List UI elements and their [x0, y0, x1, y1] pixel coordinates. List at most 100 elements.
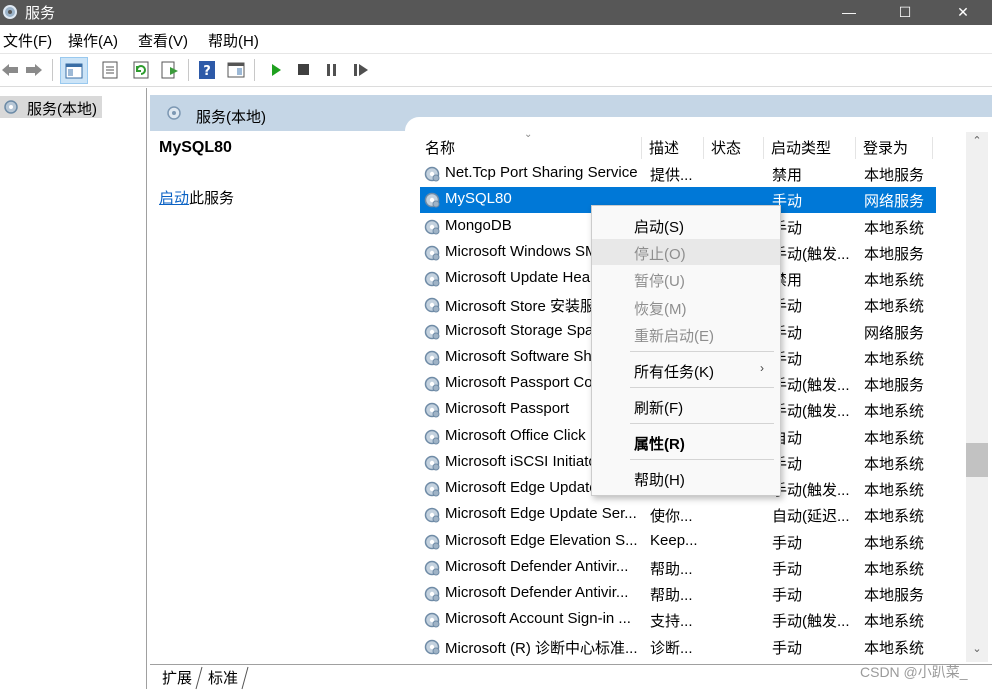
help-icon[interactable]: ? — [197, 60, 217, 80]
console-tree: 服务(本地) — [0, 88, 147, 689]
scroll-up-icon[interactable]: ⌃ — [966, 134, 988, 152]
service-startup-type: 自动 — [772, 429, 803, 447]
service-description: 帮助... — [650, 560, 693, 578]
toolbar-separator — [188, 59, 189, 81]
service-logon: 本地服务 — [864, 377, 925, 394]
column-logon[interactable]: 登录为 — [858, 137, 933, 159]
export-list-icon[interactable] — [160, 60, 180, 80]
service-row[interactable]: Microsoft Defender Antivir... 帮助... 手动 本地服务 — [420, 581, 936, 607]
tab-extended[interactable]: 扩展 — [162, 667, 192, 688]
context-menu: 启动(S) 停止(O) 暂停(U) 恢复(M) 重新启动(E) 所有任务(K) ›… — [591, 205, 781, 496]
menu-item-stop-label: 停止(O) — [634, 246, 686, 263]
menu-item-start[interactable]: 启动(S) — [592, 212, 780, 238]
gear-icon — [422, 637, 442, 657]
service-description: 诊断... — [650, 639, 693, 657]
column-headers: 名称 描述 状态 启动类型 登录为 — [420, 135, 970, 161]
scroll-down-icon[interactable]: ⌄ — [966, 642, 988, 660]
service-startup-type: 手动 — [772, 534, 803, 552]
service-logon: 本地系统 — [864, 482, 925, 499]
service-row[interactable]: Microsoft Defender Antivir... 帮助... 手动 本地系统 — [420, 555, 936, 581]
refresh-icon[interactable] — [131, 60, 151, 80]
tab-divider — [241, 666, 249, 690]
minimize-button[interactable]: — — [826, 0, 872, 25]
menu-item-stop[interactable]: 停止(O) — [592, 239, 780, 265]
console-tree-icon — [65, 63, 83, 79]
menu-file[interactable]: 文件(F) — [3, 30, 52, 51]
service-logon: 本地系统 — [864, 639, 925, 657]
forward-icon[interactable] — [24, 60, 44, 80]
tab-standard[interactable]: 标准 — [208, 667, 238, 688]
menu-item-pause[interactable]: 暂停(U) — [592, 266, 780, 292]
gear-icon — [422, 348, 442, 368]
title-bar: 服务 — ☐ ✕ — [0, 0, 992, 25]
window-title: 服务 — [25, 5, 56, 22]
gear-icon — [4, 100, 18, 114]
start-service-link[interactable]: 启动 — [159, 190, 189, 207]
back-icon[interactable] — [0, 60, 20, 80]
service-startup-type: 自动(延迟... — [772, 508, 850, 526]
menu-item-resume[interactable]: 恢复(M) — [592, 294, 780, 320]
service-logon: 本地系统 — [864, 272, 925, 289]
show-action-pane-icon[interactable] — [226, 60, 246, 80]
service-logon: 本地系统 — [864, 534, 925, 552]
menu-help[interactable]: 帮助(H) — [208, 30, 259, 51]
column-description[interactable]: 描述 — [644, 137, 704, 159]
menu-view[interactable]: 查看(V) — [138, 30, 188, 51]
resume-icon[interactable] — [351, 60, 371, 80]
menu-item-help-label: 帮助(H) — [634, 472, 685, 489]
gear-icon — [422, 427, 442, 447]
gear-icon — [422, 374, 442, 394]
menu-item-pause-label: 暂停(U) — [634, 273, 685, 290]
service-logon: 本地服务 — [864, 245, 925, 263]
pause-icon[interactable] — [322, 60, 342, 80]
service-startup-type: 手动(触发... — [772, 613, 850, 631]
start-service-text: 启动此服务 — [159, 187, 234, 208]
tree-item-services-local[interactable]: 服务(本地) — [0, 96, 102, 118]
menu-item-resume-label: 恢复(M) — [634, 301, 687, 318]
menu-item-refresh[interactable]: 刷新(F) — [592, 393, 780, 419]
menu-item-all-tasks[interactable]: 所有任务(K) › — [592, 357, 780, 383]
service-startup-type: 手动(触发... — [772, 377, 850, 394]
service-row[interactable]: Microsoft Account Sign-in ... 支持... 手动(触发.… — [420, 607, 936, 633]
play-icon[interactable] — [266, 60, 286, 80]
service-startup-type: 手动(触发... — [772, 403, 850, 421]
service-startup-type: 手动 — [772, 193, 803, 211]
menu-separator — [630, 387, 774, 388]
submenu-arrow-icon: › — [760, 361, 764, 375]
service-row[interactable]: Microsoft (R) 诊断中心标准... 诊断... 手动 本地系统 — [420, 634, 936, 660]
scrollbar-thumb[interactable] — [966, 443, 988, 477]
gear-icon — [422, 269, 442, 289]
stop-icon[interactable] — [294, 60, 314, 80]
show-tree-toggle[interactable] — [60, 57, 88, 84]
properties-icon[interactable] — [100, 60, 120, 80]
toolbar: ? — [0, 53, 992, 87]
service-row[interactable]: Microsoft Edge Update Ser... 使你... 自动(延迟..… — [420, 502, 936, 528]
service-logon: 本地系统 — [864, 560, 925, 578]
service-name: Microsoft Defender Antivir... — [445, 557, 629, 575]
menu-item-all-tasks-label: 所有任务(K) — [634, 364, 714, 381]
maximize-button[interactable]: ☐ — [882, 0, 928, 25]
service-logon: 本地服务 — [864, 587, 925, 604]
service-startup-type: 手动(触发... — [772, 245, 850, 263]
service-row[interactable]: Net.Tcp Port Sharing Service 提供... 禁用 本地服务 — [420, 161, 936, 187]
service-logon: 本地系统 — [864, 298, 925, 316]
menu-separator — [630, 459, 774, 460]
service-description: 支持... — [650, 613, 693, 631]
menu-item-properties[interactable]: 属性(R) — [592, 429, 780, 455]
vertical-scrollbar[interactable] — [966, 132, 988, 662]
column-status[interactable]: 状态 — [706, 137, 764, 159]
service-description: 使你... — [650, 508, 693, 526]
close-button[interactable]: ✕ — [940, 0, 986, 25]
column-startup-type[interactable]: 启动类型 — [766, 137, 856, 159]
menu-item-help[interactable]: 帮助(H) — [592, 465, 780, 491]
gear-icon — [422, 558, 442, 578]
gear-icon — [422, 243, 442, 263]
column-name[interactable]: 名称 — [420, 137, 642, 159]
menu-item-restart[interactable]: 重新启动(E) — [592, 321, 780, 347]
menu-action[interactable]: 操作(A) — [68, 30, 118, 51]
service-logon: 本地服务 — [864, 167, 925, 184]
gear-icon — [422, 505, 442, 525]
service-startup-type: 手动 — [772, 587, 803, 604]
menu-separator — [630, 423, 774, 424]
service-row[interactable]: Microsoft Edge Elevation S... Keep... 手动 本地… — [420, 529, 936, 555]
